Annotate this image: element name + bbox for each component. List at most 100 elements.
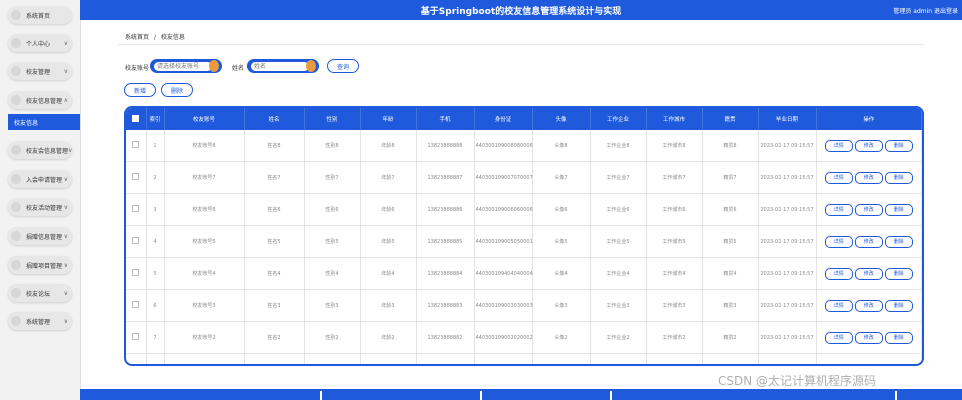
edit-button[interactable]: 修改 [854,235,883,248]
table-cell: 工作企业1 [590,353,647,364]
table-cell: 13823888887 [416,161,475,194]
detail-button[interactable]: 详情 [824,203,853,216]
sidebar-subitem-alumni-info[interactable]: 校友信息 [8,114,80,130]
table-cell: 工作企业6 [590,193,647,226]
row-select-cell[interactable] [126,321,147,354]
detail-button[interactable]: 详情 [824,235,853,248]
table-row: 1 校友账号8 姓名8 性别8 年龄8 13823888888 44030019900808… [126,130,922,162]
add-button[interactable]: 新增 [124,83,156,97]
breadcrumb-current: 校友信息 [160,34,185,41]
sidebar-item[interactable]: 捐赠信息管理 ∨ [8,227,72,245]
table-cell: 年龄6 [360,193,417,226]
edit-button[interactable]: 修改 [854,267,883,280]
sidebar-item[interactable]: 入会申请管理 ∨ [8,170,72,188]
account-input[interactable] [154,62,212,71]
table-cell: 校友账号4 [164,257,245,290]
detail-button[interactable]: 详情 [824,299,853,312]
delete-button[interactable]: 删除 [884,299,913,312]
table-header-row: 索引 校友账号 姓名 性别 年龄 手机 身份证 头像 工作企业 工作城市 籍贯 毕业日期 操作 [126,108,922,130]
account-label: 校友账号 [125,65,150,72]
row-select-cell[interactable] [126,225,147,258]
sidebar-item[interactable]: 校友信息管理 ∧ [8,91,72,109]
table-cell: 年龄8 [360,130,417,162]
column-header: 索引 [146,108,165,130]
delete-button[interactable]: 删除 [884,203,913,216]
row-select-cell[interactable] [126,257,147,290]
query-button[interactable]: 查询 [327,59,359,73]
edit-button[interactable]: 修改 [854,363,883,364]
table-cell: 头像2 [532,321,591,354]
delete-button[interactable]: 删除 [884,363,913,364]
sidebar-item[interactable]: 校友活动管理 ∨ [8,198,72,216]
chevron-down-icon: ∨ [63,67,68,75]
menu-icon [11,316,21,326]
delete-button[interactable]: 删除 [884,171,913,184]
table-cell: 性别4 [304,257,361,290]
sidebar-item[interactable]: 校友论坛 ∨ [8,284,72,302]
sidebar-item[interactable]: 捐赠项目管理 ∨ [8,256,72,274]
select-all-checkbox[interactable] [132,114,140,122]
sidebar-item[interactable]: 校友会信息管理 ∨ [8,141,72,159]
edit-button[interactable]: 修改 [854,139,883,152]
account-dropdown-icon [209,60,219,72]
menu-icon [11,38,21,48]
edit-button[interactable]: 修改 [854,299,883,312]
row-checkbox[interactable] [132,268,140,276]
sidebar-item[interactable]: 系统首页 [8,6,72,24]
row-select-cell[interactable] [126,289,147,322]
column-header: 身份证 [474,108,533,130]
name-search-field[interactable] [247,59,319,73]
row-select-cell[interactable] [126,353,147,367]
row-select-cell[interactable] [126,130,147,162]
table-cell: 1 [146,130,165,162]
table-cell: 2023-02-17 09:15:57 [758,353,817,364]
batch-delete-button[interactable]: 删除 [161,83,193,97]
name-input[interactable] [251,62,309,71]
detail-button[interactable]: 详情 [824,363,853,364]
edit-button[interactable]: 修改 [854,171,883,184]
table-cell: 2023-02-17 09:15:57 [758,257,817,290]
detail-button[interactable]: 详情 [824,171,853,184]
delete-button[interactable]: 删除 [884,235,913,248]
select-all-cell[interactable] [126,108,147,130]
sidebar-item[interactable]: 系统管理 ∨ [8,312,72,330]
detail-button[interactable]: 详情 [824,331,853,344]
delete-button[interactable]: 删除 [884,267,913,280]
table-cell: 8 [146,353,165,364]
row-select-cell[interactable] [126,193,147,226]
row-select-cell[interactable] [126,161,147,194]
sidebar-item[interactable]: 校友管理 ∨ [8,62,72,80]
table-cell: 校友账号8 [164,130,245,162]
edit-button[interactable]: 修改 [854,203,883,216]
delete-button[interactable]: 删除 [884,331,913,344]
sidebar-item-label: 系统管理 [26,318,51,326]
detail-button[interactable]: 详情 [824,267,853,280]
table-cell: 2023-02-17 09:15:57 [758,289,817,322]
delete-button[interactable]: 删除 [884,139,913,152]
account-select[interactable] [150,59,222,73]
table-row: 8校友账号1姓名1性别1年龄11382388888144030019901010… [126,353,922,367]
table-cell: 工作城市4 [646,257,703,290]
table-cell: 年龄3 [360,289,417,322]
sidebar-item[interactable]: 个人中心 ∨ [8,34,72,52]
table-cell: 性别7 [304,161,361,194]
sidebar-item-label: 校友信息管理 [26,97,63,105]
breadcrumb-home[interactable]: 系统首页 [125,34,149,41]
table-cell: 性别1 [304,353,361,364]
table-cell: 头像8 [532,130,591,162]
row-checkbox[interactable] [132,236,140,244]
user-info-logout[interactable]: 管理员 admin 退出登录 [893,6,958,15]
row-checkbox[interactable] [132,204,140,212]
row-checkbox[interactable] [132,172,140,180]
row-checkbox[interactable] [132,365,139,367]
row-checkbox[interactable] [132,140,140,148]
row-checkbox[interactable] [132,332,140,340]
detail-button[interactable]: 详情 [824,139,853,152]
column-header: 操作 [816,108,922,130]
column-header: 性别 [304,108,361,130]
row-checkbox[interactable] [132,300,140,308]
column-header: 姓名 [244,108,305,130]
table-cell: 工作城市3 [646,289,703,322]
sidebar-item-label: 系统首页 [26,12,51,20]
edit-button[interactable]: 修改 [854,331,883,344]
